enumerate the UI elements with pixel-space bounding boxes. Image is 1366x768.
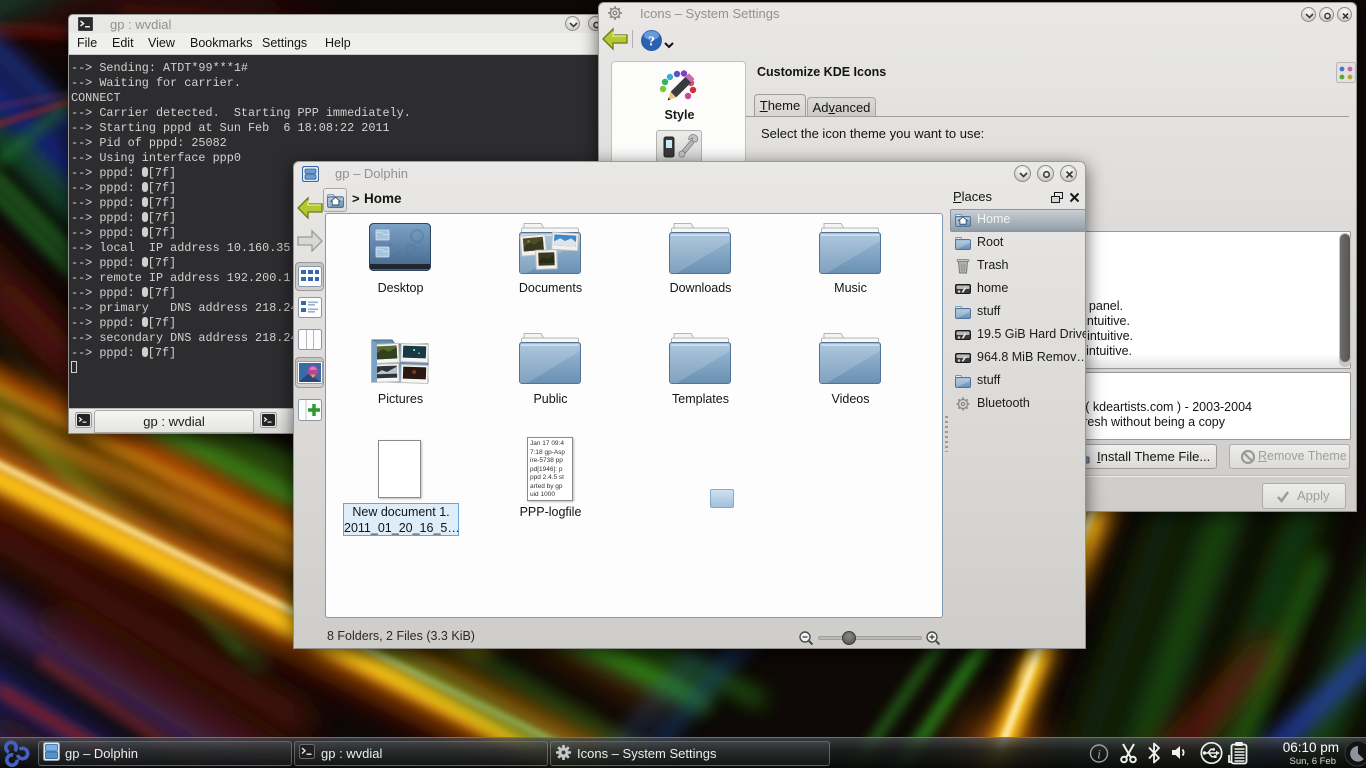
svg-text:?: ?: [648, 35, 655, 50]
svg-text:i: i: [1097, 747, 1101, 762]
